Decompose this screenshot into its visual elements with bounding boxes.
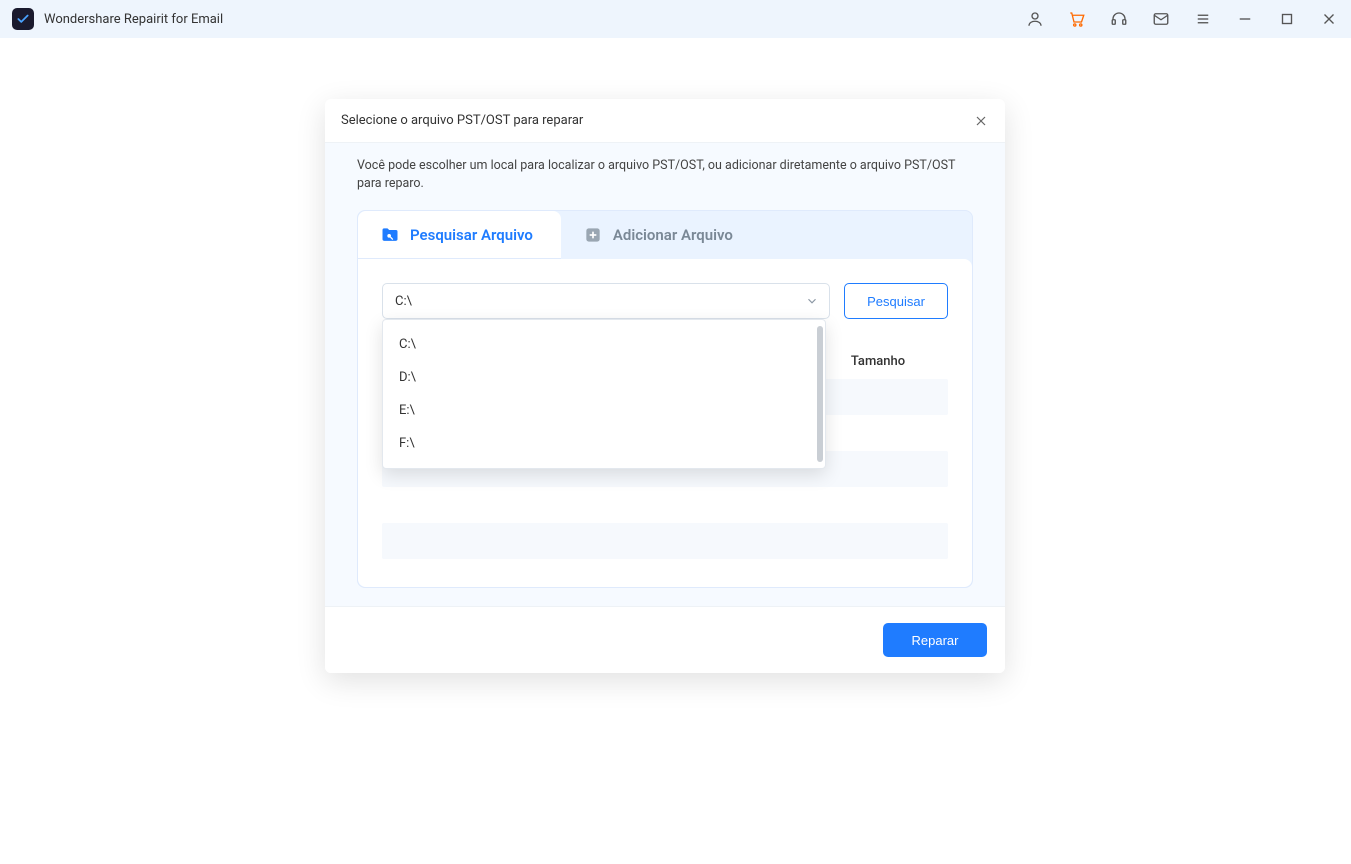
titlebar-icons [1025,9,1339,29]
folder-search-icon [380,225,400,245]
close-icon[interactable] [973,113,989,129]
app-title: Wondershare Repairit for Email [44,12,223,27]
table-row [382,487,948,523]
column-header-size: Tamanho [808,354,948,369]
drive-select-value: C:\ [395,294,412,309]
tab-add-file[interactable]: Adicionar Arquivo [561,211,761,259]
mail-icon[interactable] [1151,9,1171,29]
repair-button-label: Reparar [912,633,959,648]
app-logo [12,8,34,30]
drive-dropdown: C:\ D:\ E:\ F:\ [382,319,826,469]
chevron-down-icon [805,294,819,308]
search-row: C:\ Pesquisar [382,283,948,319]
search-button[interactable]: Pesquisar [844,283,948,319]
dialog-footer: Reparar [325,606,1005,673]
user-icon[interactable] [1025,9,1045,29]
close-window-icon[interactable] [1319,9,1339,29]
tabs-row: Pesquisar Arquivo Adicionar Arquivo [358,211,972,259]
tab-search-file[interactable]: Pesquisar Arquivo [358,211,561,259]
plus-square-icon [583,225,603,245]
maximize-icon[interactable] [1277,9,1297,29]
drive-select[interactable]: C:\ [382,283,830,319]
drive-option[interactable]: F:\ [383,427,825,460]
select-file-dialog: Selecione o arquivo PST/OST para reparar… [325,99,1005,673]
drive-option[interactable]: D:\ [383,361,825,394]
repair-button[interactable]: Reparar [883,623,987,657]
dialog-instruction: Você pode escolher um local para localiz… [357,157,957,192]
minimize-icon[interactable] [1235,9,1255,29]
dropdown-scrollbar[interactable] [817,326,823,462]
tab-add-label: Adicionar Arquivo [613,226,733,244]
titlebar: Wondershare Repairit for Email [0,0,1351,38]
dialog-header: Selecione o arquivo PST/OST para reparar [325,99,1005,143]
drive-option[interactable]: E:\ [383,394,825,427]
menu-icon[interactable] [1193,9,1213,29]
dialog-body: Você pode escolher um local para localiz… [325,143,1005,606]
tab-content: C:\ Pesquisar C:\ D:\ E:\ F:\ [358,259,972,587]
dialog-title: Selecione o arquivo PST/OST para reparar [341,113,973,128]
tab-search-label: Pesquisar Arquivo [410,226,533,244]
drive-option[interactable]: C:\ [383,328,825,361]
table-row [382,523,948,559]
search-button-label: Pesquisar [867,294,925,309]
headset-icon[interactable] [1109,9,1129,29]
cart-icon[interactable] [1067,9,1087,29]
tabs-card: Pesquisar Arquivo Adicionar Arquivo C:\ [357,210,973,588]
